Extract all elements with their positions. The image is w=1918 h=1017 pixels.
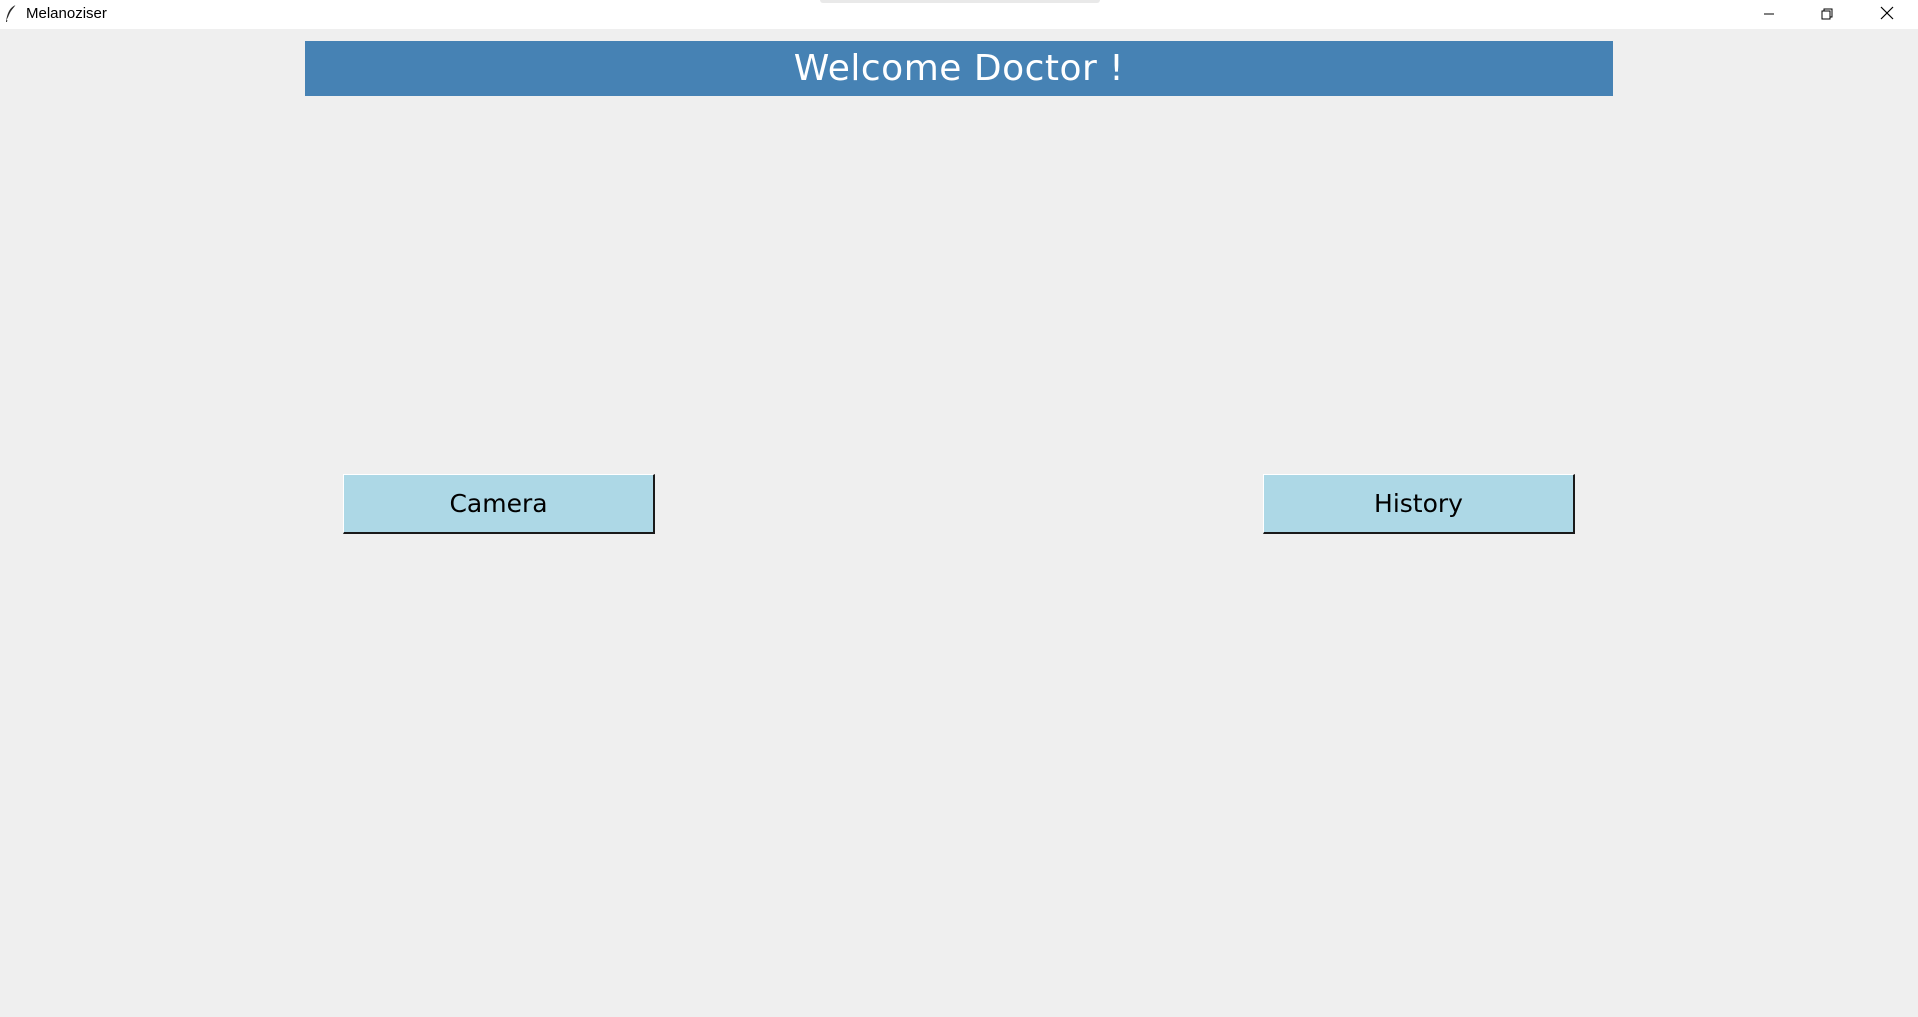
title-bar[interactable]: Melanoziser	[0, 0, 1918, 29]
welcome-heading: Welcome Doctor !	[793, 48, 1125, 89]
title-bar-tab-ghost	[820, 0, 1100, 3]
restore-icon	[1821, 5, 1833, 24]
camera-button-label: Camera	[449, 489, 548, 518]
restore-button[interactable]	[1798, 0, 1856, 29]
window-title: Melanoziser	[26, 5, 107, 22]
history-button-label: History	[1374, 489, 1463, 518]
close-icon	[1880, 5, 1894, 24]
history-button[interactable]: History	[1263, 474, 1575, 534]
feather-icon	[4, 4, 18, 24]
welcome-banner: Welcome Doctor !	[305, 41, 1613, 96]
camera-button[interactable]: Camera	[343, 474, 655, 534]
minimize-button[interactable]	[1740, 0, 1798, 29]
minimize-icon	[1763, 5, 1775, 24]
app-window: Melanoziser Welcome Doctor ! Camera Hist…	[0, 0, 1918, 1017]
close-button[interactable]	[1858, 0, 1916, 29]
